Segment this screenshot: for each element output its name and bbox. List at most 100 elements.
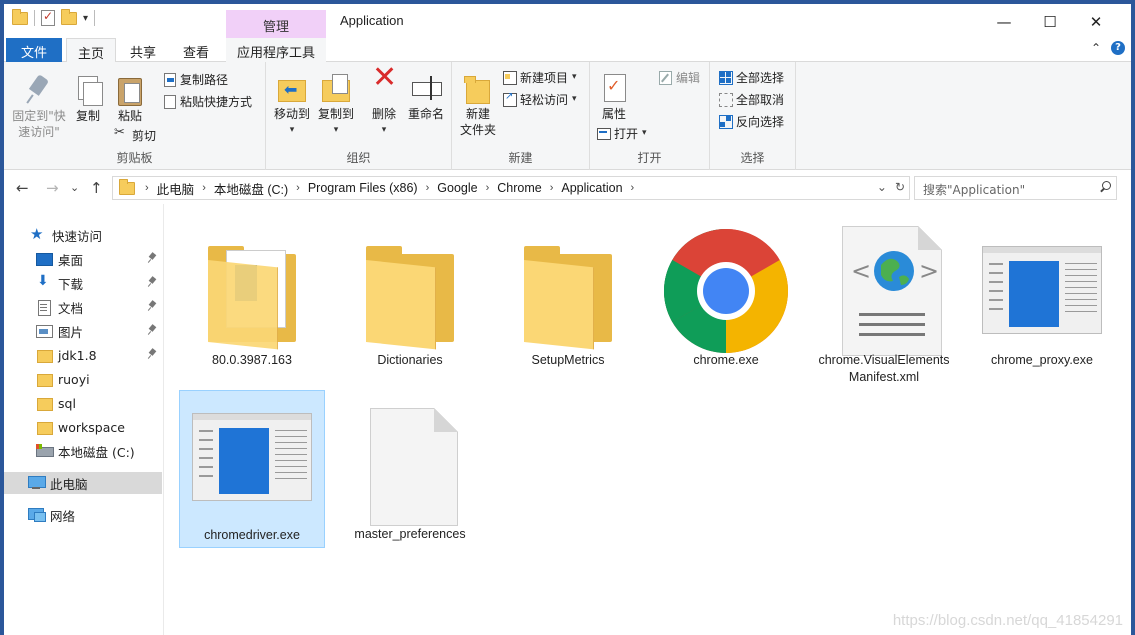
file-name: Dictionaries [377, 353, 443, 367]
breadcrumb-this-pc[interactable]: 此电脑 [157, 179, 195, 198]
nav-item-this-pc[interactable]: 此电脑 [4, 472, 162, 494]
tab-file[interactable]: 文件 [6, 38, 62, 62]
address-dropdown-button[interactable]: ⌄ [877, 180, 887, 194]
nav-item-quick-access[interactable]: 快速访问 [4, 224, 162, 246]
breadcrumb-separator[interactable]: › [631, 182, 635, 194]
chevron-down-icon: ▾ [572, 94, 577, 104]
breadcrumb-separator[interactable]: › [550, 182, 554, 194]
copy-button[interactable]: 复制 [70, 74, 106, 124]
properties-button[interactable]: 属性 [594, 72, 634, 122]
window-title: Application [340, 13, 404, 28]
breadcrumb-application[interactable]: Application [561, 181, 622, 195]
new-item-button[interactable]: 新建项目 ▾ [502, 68, 577, 86]
breadcrumb-chrome[interactable]: Chrome [497, 181, 541, 195]
file-item[interactable]: chrome_proxy.exe [969, 216, 1115, 374]
search-icon[interactable] [1098, 180, 1112, 194]
breadcrumb-separator[interactable]: › [296, 182, 300, 194]
nav-item-ruoyi[interactable]: ruoyi [4, 368, 162, 390]
copy-label: 复制 [75, 109, 100, 123]
pin-icon[interactable] [148, 349, 156, 359]
new-group: 新建 文件夹 新建项目 ▾ 轻松访问 ▾ 新建 [452, 62, 590, 170]
nav-item-label: jdk1.8 [58, 347, 97, 363]
new-folder-icon[interactable] [61, 8, 77, 25]
nav-item-downloads[interactable]: 下载 [4, 272, 162, 294]
search-input[interactable]: 搜索"Application" [914, 176, 1117, 200]
cut-button[interactable]: 剪切 [114, 125, 157, 144]
qat-dropdown-icon[interactable]: ▾ [83, 13, 88, 24]
breadcrumb-local-disk[interactable]: 本地磁盘 (C:) [214, 179, 288, 198]
breadcrumb-separator[interactable]: › [145, 182, 149, 194]
ribbon: 固定到"快 速访问" 复制 粘贴 复制路径 粘贴快捷方式 剪切 剪贴板 移动到 [4, 62, 1131, 170]
nav-item-label: ruoyi [58, 371, 90, 387]
chrome-icon [663, 226, 789, 353]
breadcrumb-separator[interactable]: › [426, 182, 430, 194]
copy-path-label: 复制路径 [180, 72, 229, 87]
nav-item-pictures[interactable]: 图片 [4, 320, 162, 342]
nav-item-desktop[interactable]: 桌面 [4, 248, 162, 270]
close-button[interactable]: ✕ [1073, 9, 1119, 35]
recent-locations-button[interactable]: ⌄ [70, 181, 79, 194]
breadcrumb-separator[interactable]: › [486, 182, 490, 194]
pin-icon[interactable] [148, 325, 156, 335]
file-item[interactable]: chrome.exe [653, 216, 799, 374]
back-button[interactable]: ← [16, 179, 29, 197]
maximize-button[interactable]: ☐ [1027, 9, 1073, 35]
copy-to-button[interactable]: 复制到 ▾ [314, 72, 358, 138]
minimize-button[interactable]: — [981, 9, 1027, 35]
copy-path-button[interactable]: 复制路径 [162, 70, 228, 88]
breadcrumb-separator[interactable]: › [202, 182, 206, 194]
paste-button[interactable]: 粘贴 [112, 74, 148, 124]
file-item[interactable]: SetupMetrics [495, 216, 641, 374]
folder-icon [36, 348, 53, 363]
breadcrumb-google[interactable]: Google [437, 181, 477, 195]
window-controls: — ☐ ✕ [981, 9, 1119, 35]
nav-item-workspace[interactable]: workspace [4, 416, 162, 438]
nav-item-network[interactable]: 网络 [4, 504, 162, 526]
file-item[interactable]: master_preferences [337, 390, 483, 548]
move-to-icon [276, 72, 308, 104]
pin-to-quick-access-button[interactable]: 固定到"快 速访问" [10, 74, 68, 140]
qat-separator [94, 10, 96, 26]
address-bar[interactable]: › 此电脑 › 本地磁盘 (C:) › Program Files (x86) … [112, 176, 910, 200]
file-item-selected[interactable]: chromedriver.exe [179, 390, 325, 548]
pin-icon[interactable] [148, 277, 156, 287]
chevron-up-icon[interactable]: ⌃ [1091, 41, 1101, 55]
file-item[interactable]: 80.0.3987.163 [179, 216, 325, 374]
tab-share[interactable]: 共享 [118, 38, 168, 62]
pin-icon[interactable] [148, 301, 156, 311]
tab-home[interactable]: 主页 [66, 38, 116, 63]
tab-view[interactable]: 查看 [170, 38, 222, 62]
select-none-button[interactable]: 全部取消 [718, 90, 784, 108]
forward-button[interactable]: → [46, 179, 59, 197]
new-folder-button[interactable]: 新建 文件夹 [456, 72, 500, 138]
paste-shortcut-button[interactable]: 粘贴快捷方式 [162, 92, 252, 110]
select-all-button[interactable]: 全部选择 [718, 68, 784, 86]
tab-application-tools[interactable]: 应用程序工具 [226, 38, 326, 62]
edit-button[interactable]: 编辑 [658, 68, 700, 86]
properties-icon [598, 72, 630, 104]
up-button[interactable]: ↑ [90, 179, 103, 197]
cut-label: 剪切 [132, 128, 157, 143]
easy-access-button[interactable]: 轻松访问 ▾ [502, 90, 577, 108]
move-to-button[interactable]: 移动到 ▾ [270, 72, 314, 138]
refresh-button[interactable]: ↻ [895, 180, 905, 194]
invert-selection-button[interactable]: 反向选择 [718, 112, 784, 130]
help-icon[interactable]: ? [1111, 41, 1125, 55]
file-item[interactable]: Dictionaries [337, 216, 483, 374]
pin-icon[interactable] [148, 253, 156, 263]
nav-item-jdk[interactable]: jdk1.8 [4, 344, 162, 366]
chevron-down-icon: ▾ [289, 125, 295, 135]
select-group: 全部选择 全部取消 反向选择 选择 [710, 62, 796, 170]
network-icon [28, 508, 46, 522]
nav-item-documents[interactable]: 文档 [4, 296, 162, 318]
nav-item-sql[interactable]: sql [4, 392, 162, 414]
nav-item-local-disk[interactable]: 本地磁盘 (C:) [4, 440, 162, 462]
rename-button[interactable]: 重命名 [404, 72, 448, 122]
open-button[interactable]: 打开 ▾ [596, 124, 647, 142]
delete-button[interactable]: 删除 ▾ [366, 70, 402, 138]
copy-to-label: 复制到 [317, 107, 354, 121]
properties-icon[interactable] [41, 9, 55, 26]
breadcrumb-program-files[interactable]: Program Files (x86) [308, 181, 418, 195]
file-item[interactable]: < > chrome.VisualElements Manifest.xml [811, 216, 957, 384]
delete-icon [368, 70, 400, 104]
